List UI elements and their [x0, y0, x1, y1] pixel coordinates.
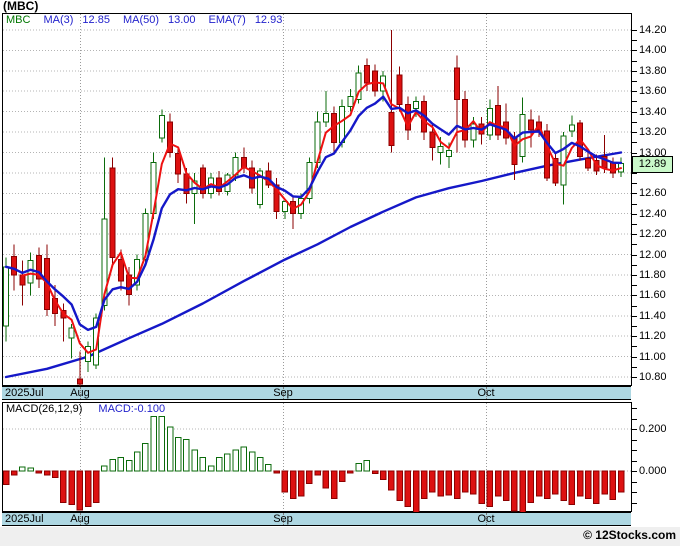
- ma3-value: 12.85: [82, 14, 110, 26]
- ma50-label: MA(50): [122, 14, 159, 26]
- macd-axis-tick: [632, 418, 637, 420]
- footer-strip: © 12Stocks.com: [0, 527, 680, 546]
- price-axis-tick: [632, 366, 637, 368]
- macd-axis-tick: [632, 492, 637, 493]
- price-axis-label: 10.80: [639, 371, 667, 383]
- watermark: © 12Stocks.com: [583, 528, 676, 542]
- price-axis-tick: [632, 81, 637, 82]
- price-axis-label: 14.20: [639, 24, 667, 36]
- price-axis: 10.80 11.00 11.20 11.40 11.60 11.80 12.00 12.20…: [632, 13, 680, 387]
- price-axis-tick: [632, 274, 637, 276]
- price-axis-tick: [632, 336, 637, 338]
- price-axis-label: 11.60: [639, 289, 666, 302]
- price-axis-tick: [632, 223, 637, 225]
- price-axis-tick: [632, 91, 637, 93]
- price-axis-label: 11.00: [639, 350, 666, 363]
- month-label: Oct: [477, 387, 495, 399]
- month-label: 2025Jul: [5, 513, 44, 525]
- price-axis-tick: [632, 50, 637, 52]
- macd-legend: MACD(26,12,9) MACD:-0.100: [6, 403, 165, 416]
- price-axis-label: 14.00: [639, 44, 667, 57]
- month-label: 2025Jul: [5, 387, 44, 399]
- current-price-badge: 12.89: [632, 155, 673, 173]
- ma50-value: 13.00: [168, 14, 196, 26]
- price-axis-label: 12.20: [639, 228, 667, 241]
- macd-axis-tick: [632, 408, 637, 409]
- macd-panel: MACD(26,12,9) MACD:-0.100: [2, 402, 632, 512]
- price-axis-tick: [632, 254, 637, 256]
- price-axis-tick: [632, 356, 637, 358]
- date-axis-bottom: 2025Jul Aug Sep Oct: [2, 512, 631, 526]
- price-axis-tick: [632, 346, 637, 348]
- price-chart-legend: MBC MA(3) 12.85 MA(50) 13.00 EMA(7) 12.93: [6, 14, 295, 27]
- price-axis-tick: [632, 183, 637, 185]
- month-label: Sep: [273, 387, 293, 399]
- price-axis-tick: [632, 152, 637, 154]
- price-axis-label: 11.80: [639, 268, 666, 281]
- macd-axis-tick: [632, 481, 637, 483]
- price-axis-label: 13.20: [639, 126, 667, 139]
- price-axis-tick: [632, 60, 637, 62]
- price-axis-tick: [632, 70, 637, 72]
- month-label: Aug: [70, 387, 90, 399]
- price-axis-label: 13.80: [639, 64, 667, 77]
- ema7-label: EMA(7): [208, 14, 246, 26]
- page-title: (MBC): [3, 0, 39, 13]
- price-axis-tick: [632, 285, 637, 287]
- price-axis-tick: [632, 213, 637, 215]
- price-axis-label: 11.20: [639, 330, 666, 343]
- price-axis-label: 12.00: [639, 248, 667, 261]
- price-axis-tick: [632, 172, 637, 174]
- macd-axis-tick: [632, 429, 637, 430]
- price-axis-tick: [632, 142, 637, 144]
- macd-axis-label: 0.000: [639, 465, 667, 477]
- price-axis-tick: [632, 203, 637, 205]
- month-label: Aug: [70, 513, 90, 525]
- month-label: Oct: [477, 513, 495, 525]
- price-axis-tick: [632, 234, 637, 236]
- price-axis-tick: [632, 264, 637, 266]
- ema7-value: 12.93: [254, 14, 283, 26]
- price-axis-tick: [632, 315, 637, 317]
- macd-value: MACD:-0.100: [98, 403, 166, 415]
- price-axis-tick: [632, 40, 637, 42]
- ticker-symbol: MBC: [6, 14, 31, 26]
- price-axis-tick: [632, 193, 637, 195]
- price-axis-tick: [632, 101, 637, 103]
- price-axis-label: 11.40: [639, 309, 666, 322]
- macd-axis-tick: [632, 460, 637, 462]
- price-axis-tick: [632, 111, 637, 113]
- macd-axis-tick: [632, 450, 637, 451]
- price-axis-tick: [632, 30, 637, 31]
- date-axis-top: 2025Jul Aug Sep Oct: [2, 386, 631, 400]
- macd-axis-tick: [632, 471, 637, 472]
- price-axis-tick: [632, 295, 637, 297]
- price-axis-tick: [632, 121, 637, 123]
- price-axis-tick: [632, 326, 637, 327]
- macd-name: MACD(26,12,9): [6, 403, 83, 415]
- price-axis-label: 12.40: [639, 207, 667, 220]
- price-axis-tick: [632, 132, 637, 134]
- price-axis-tick: [632, 244, 637, 246]
- macd-axis-tick: [632, 439, 637, 441]
- price-chart-canvas: [2, 13, 632, 386]
- price-chart-panel: MBC MA(3) 12.85 MA(50) 13.00 EMA(7) 12.93: [2, 13, 632, 386]
- ma3-label: MA(3): [43, 14, 74, 26]
- macd-canvas: [2, 402, 632, 512]
- price-axis-label: 13.40: [639, 105, 667, 118]
- macd-axis: 0.200 0.000: [632, 402, 680, 514]
- price-axis-label: 12.60: [639, 187, 667, 200]
- macd-axis-label: 0.200: [639, 423, 667, 435]
- price-axis-tick: [632, 377, 637, 378]
- price-axis-tick: [632, 305, 637, 307]
- price-axis-label: 13.60: [639, 85, 667, 98]
- month-label: Sep: [273, 513, 293, 525]
- macd-axis-tick: [632, 502, 637, 504]
